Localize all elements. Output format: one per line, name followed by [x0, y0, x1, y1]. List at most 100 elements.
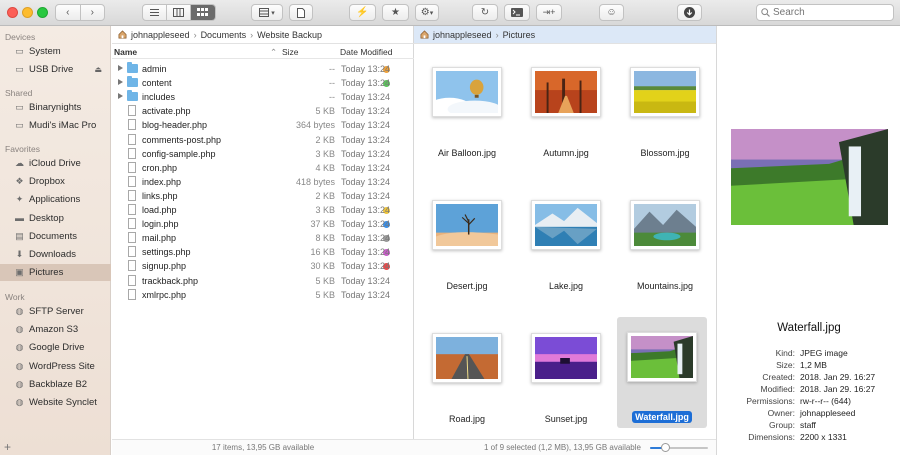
emoji-button[interactable]: ☺ [599, 4, 624, 21]
display-icon: ▭ [15, 102, 24, 112]
sidebar-item-binarynights[interactable]: ▭ Binarynights [0, 99, 111, 116]
thumbnail-item[interactable]: Lake.jpg [521, 192, 611, 302]
breadcrumb-item[interactable]: Website Backup [257, 30, 322, 40]
add-location-button[interactable]: + [4, 440, 11, 454]
info-value: staff [800, 420, 816, 430]
thumbnail-item[interactable]: Mountains.jpg [620, 192, 710, 302]
sidebar-item-backblaze-b2[interactable]: ◍ Backblaze B2 [0, 376, 111, 393]
sidebar-item-dropbox[interactable]: ❖ Dropbox [0, 173, 111, 190]
server-icon: ◍ [15, 324, 24, 335]
info-row: Kind: JPEG image [717, 348, 900, 360]
refresh-button[interactable]: ↻ [472, 4, 498, 21]
sidebar-item-downloads[interactable]: ⬇ Downloads [0, 246, 111, 263]
server-icon: ◍ [15, 378, 24, 389]
search-field[interactable] [756, 4, 894, 21]
sidebar-item-icloud-drive[interactable]: ☁ iCloud Drive [0, 155, 111, 172]
file-icon [128, 204, 136, 215]
navigation-segmented-control: ‹ › [55, 4, 105, 21]
thumbnail-frame [531, 67, 601, 117]
thumbnail-item[interactable]: Desert.jpg [422, 192, 512, 302]
column-header-name[interactable]: Name [114, 47, 137, 57]
thumbnail-item[interactable]: Air Balloon.jpg [422, 59, 512, 169]
disclosure-triangle-icon[interactable] [118, 65, 123, 71]
eject-icon[interactable]: ⏏ [94, 65, 102, 74]
quick-action-button[interactable]: ⚡ [349, 4, 376, 21]
table-row[interactable]: cron.php 4 KB Today 13:24 [112, 161, 414, 175]
column-header-date[interactable]: Date Modified [340, 47, 392, 57]
sidebar-item-google-drive[interactable]: ◍ Google Drive [0, 339, 111, 356]
search-input[interactable] [773, 7, 883, 18]
sidebar-item-wordpress-site[interactable]: ◍ WordPress Site [0, 358, 111, 375]
gear-icon: ⚙ [420, 7, 430, 18]
action-menu-button[interactable]: ⚙ ▾ [415, 4, 439, 21]
table-row[interactable]: config-sample.php 3 KB Today 13:24 [112, 147, 414, 161]
file-size: 5 KB [315, 289, 335, 300]
close-window-button[interactable] [7, 7, 18, 18]
file-date: Today 13:24 [341, 219, 391, 230]
table-row[interactable]: admin -- Today 13:24 [112, 62, 414, 76]
zoom-window-button[interactable] [37, 7, 48, 18]
file-date: Today 13:24 [341, 64, 391, 74]
thumbnail-item[interactable]: Waterfall.jpg [617, 317, 707, 428]
table-row[interactable]: blog-header.php 364 bytes Today 13:24 [112, 118, 414, 132]
sidebar-item-applications[interactable]: ✦ Applications [0, 191, 111, 208]
sidebar-item-website-synclet[interactable]: ◍ Website Synclet [0, 394, 111, 411]
disclosure-triangle-icon[interactable] [118, 93, 123, 100]
table-row[interactable]: xmlrpc.php 5 KB Today 13:24 [112, 288, 414, 302]
connect-icon: ⇥+ [542, 7, 556, 17]
file-date: Today 13:24 [341, 120, 391, 131]
breadcrumb-item[interactable]: Documents [201, 30, 247, 40]
icon-view-button[interactable] [190, 5, 215, 20]
sidebar-item-system[interactable]: ▭ System [0, 43, 111, 60]
column-header-size[interactable]: Size [282, 47, 299, 57]
sidebar-item-pictures[interactable]: ▣ Pictures [0, 264, 111, 282]
table-row[interactable]: index.php 418 bytes Today 13:24 [112, 175, 414, 189]
table-row[interactable]: mail.php 8 KB Today 13:24 [112, 231, 414, 245]
thumbnail-item[interactable]: Road.jpg [422, 325, 512, 435]
left-file-pane: johnappleseed › Documents › Website Backup N… [112, 26, 414, 455]
left-path-bar: johnappleseed › Documents › Website Backup [112, 26, 414, 44]
minimize-window-button[interactable] [22, 7, 33, 18]
table-row[interactable]: links.php 2 KB Today 13:24 [112, 189, 414, 203]
table-row[interactable]: activate.php 5 KB Today 13:24 [112, 104, 414, 118]
forward-button[interactable]: › [81, 5, 105, 20]
disclosure-triangle-icon[interactable] [118, 79, 123, 86]
thumbnail-item[interactable]: Sunset.jpg [521, 325, 611, 435]
group-by-button[interactable]: ▾ [251, 4, 283, 21]
breadcrumb-item[interactable]: Pictures [503, 30, 536, 40]
terminal-button[interactable] [504, 4, 530, 21]
thumbnail-frame [531, 333, 601, 383]
thumbnail-size-slider-knob[interactable] [660, 443, 670, 452]
table-row[interactable]: settings.php 16 KB Today 13:24 [112, 245, 414, 259]
thumbnail-item[interactable]: Blossom.jpg [620, 59, 710, 169]
sidebar-item-mudi-s-imac-pro[interactable]: ▭ Mudi's iMac Pro [0, 117, 111, 134]
table-row[interactable]: trackback.php 5 KB Today 13:24 [112, 274, 414, 288]
home-folder-icon [420, 30, 429, 39]
sidebar-item-desktop[interactable]: ▬ Desktop [0, 210, 111, 227]
download-button[interactable] [677, 4, 702, 21]
connect-button[interactable]: ⇥+ [536, 4, 562, 21]
refresh-icon: ↻ [480, 7, 490, 18]
sidebar-item-sftp-server[interactable]: ◍ SFTP Server [0, 303, 111, 320]
table-row[interactable]: includes -- Today 13:24 [112, 90, 414, 104]
favorite-button[interactable]: ★ [382, 4, 409, 21]
breadcrumb-item[interactable]: johnappleseed [131, 30, 190, 40]
thumbnail-label: Mountains.jpg [620, 280, 710, 292]
info-value: 2018. Jan 29. 16:27 [800, 372, 876, 382]
new-file-button[interactable] [289, 4, 313, 21]
sidebar-item-usb-drive[interactable]: ▭ USB Drive ⏏ [0, 61, 111, 78]
sidebar-item-documents[interactable]: ▤ Documents [0, 228, 111, 245]
column-view-button[interactable] [167, 5, 191, 20]
table-row[interactable]: signup.php 30 KB Today 13:24 [112, 259, 414, 273]
table-row[interactable]: comments-post.php 2 KB Today 13:24 [112, 133, 414, 147]
info-key: Size: [776, 360, 795, 370]
thumbnail-item[interactable]: Autumn.jpg [521, 59, 611, 169]
table-row[interactable]: login.php 37 KB Today 13:24 [112, 217, 414, 231]
back-button[interactable]: ‹ [56, 5, 81, 20]
breadcrumb-item[interactable]: johnappleseed [433, 30, 492, 40]
thumbnail-size-slider[interactable] [650, 443, 708, 452]
table-row[interactable]: content -- Today 13:24 [112, 76, 414, 90]
sidebar-item-amazon-s3[interactable]: ◍ Amazon S3 [0, 321, 111, 338]
list-view-button[interactable] [143, 5, 168, 20]
table-row[interactable]: load.php 3 KB Today 13:24 [112, 203, 414, 217]
